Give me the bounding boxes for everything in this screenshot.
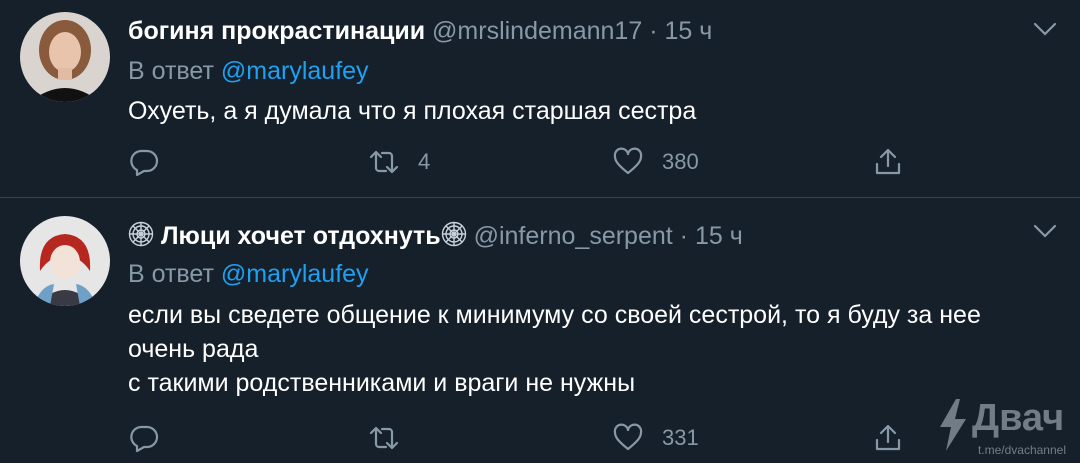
tweet-text-line: очень рада: [128, 335, 259, 363]
user-handle[interactable]: @mrslindemann17: [432, 17, 642, 45]
retweet-count: 4: [418, 149, 431, 174]
heart-icon: [613, 147, 643, 175]
reply-button[interactable]: [128, 420, 160, 456]
reply-icon: [130, 425, 159, 453]
share-button[interactable]: [872, 420, 904, 456]
tweet-actions: 4 380: [128, 144, 908, 180]
timestamp[interactable]: 15 ч: [664, 17, 712, 45]
like-button[interactable]: 380: [612, 144, 699, 180]
reply-mention-link[interactable]: @marylaufey: [221, 260, 369, 288]
retweet-button[interactable]: 4: [368, 144, 430, 180]
tweet-actions: 331: [128, 420, 908, 456]
tweet[interactable]: богиня прокрастинации @mrslindemann17 · …: [0, 0, 1080, 198]
spiderweb-emoji-icon: [441, 221, 466, 247]
tweet-text: Охуеть, а я думала что я плохая старшая …: [128, 94, 696, 128]
watermark-url: t.me/dvachannel: [977, 443, 1066, 457]
chevron-down-icon[interactable]: [1032, 222, 1058, 240]
reply-icon: [130, 149, 159, 177]
lightning-bolt-icon: [940, 399, 966, 451]
reply-prefix: В ответ: [128, 57, 214, 85]
tweet-text-line: если вы сведете общение к минимуму со св…: [128, 301, 981, 329]
reply-mention-link[interactable]: @marylaufey: [221, 57, 369, 85]
user-handle[interactable]: @inferno_serpent: [474, 222, 673, 250]
separator-dot: ·: [649, 17, 658, 45]
avatar[interactable]: [20, 216, 110, 306]
display-name[interactable]: Люци хочет отдохнуть: [161, 222, 441, 250]
share-button[interactable]: [872, 144, 904, 180]
retweet-icon: [369, 426, 399, 450]
like-button[interactable]: 331: [612, 420, 699, 456]
avatar[interactable]: [20, 12, 110, 102]
share-icon: [875, 148, 901, 175]
tweet-text-line: Охуеть, а я думала что я плохая старшая …: [128, 97, 697, 125]
separator-dot: ·: [679, 222, 688, 250]
retweet-button[interactable]: [368, 420, 418, 456]
watermark-brand: Двач: [972, 397, 1065, 439]
tweet[interactable]: Люци хочет отдохнуть @inferno_serpent · …: [0, 198, 1080, 463]
reply-prefix: В ответ: [128, 260, 214, 288]
retweet-icon: [369, 150, 399, 174]
dvach-watermark: Двач t.me/dvachannel: [936, 397, 1066, 457]
heart-icon: [613, 423, 643, 451]
share-icon: [875, 424, 901, 451]
reply-context: В ответ @marylaufey: [128, 260, 369, 289]
tweet-header: богиня прокрастинации @mrslindemann17 · …: [128, 17, 712, 46]
display-name[interactable]: богиня прокрастинации: [128, 17, 425, 45]
like-count: 380: [662, 149, 699, 174]
timestamp[interactable]: 15 ч: [695, 222, 743, 250]
reply-button[interactable]: [128, 144, 160, 180]
like-count: 331: [662, 425, 699, 450]
tweet-text-line: с такими родственниками и враги не нужны: [128, 369, 636, 397]
reply-context: В ответ @marylaufey: [128, 57, 369, 86]
spiderweb-emoji-icon: [128, 221, 154, 247]
tweet-header: Люци хочет отдохнуть @inferno_serpent · …: [128, 221, 743, 251]
chevron-down-icon[interactable]: [1032, 20, 1058, 38]
tweet-text: если вы сведете общение к минимуму со св…: [128, 298, 981, 400]
